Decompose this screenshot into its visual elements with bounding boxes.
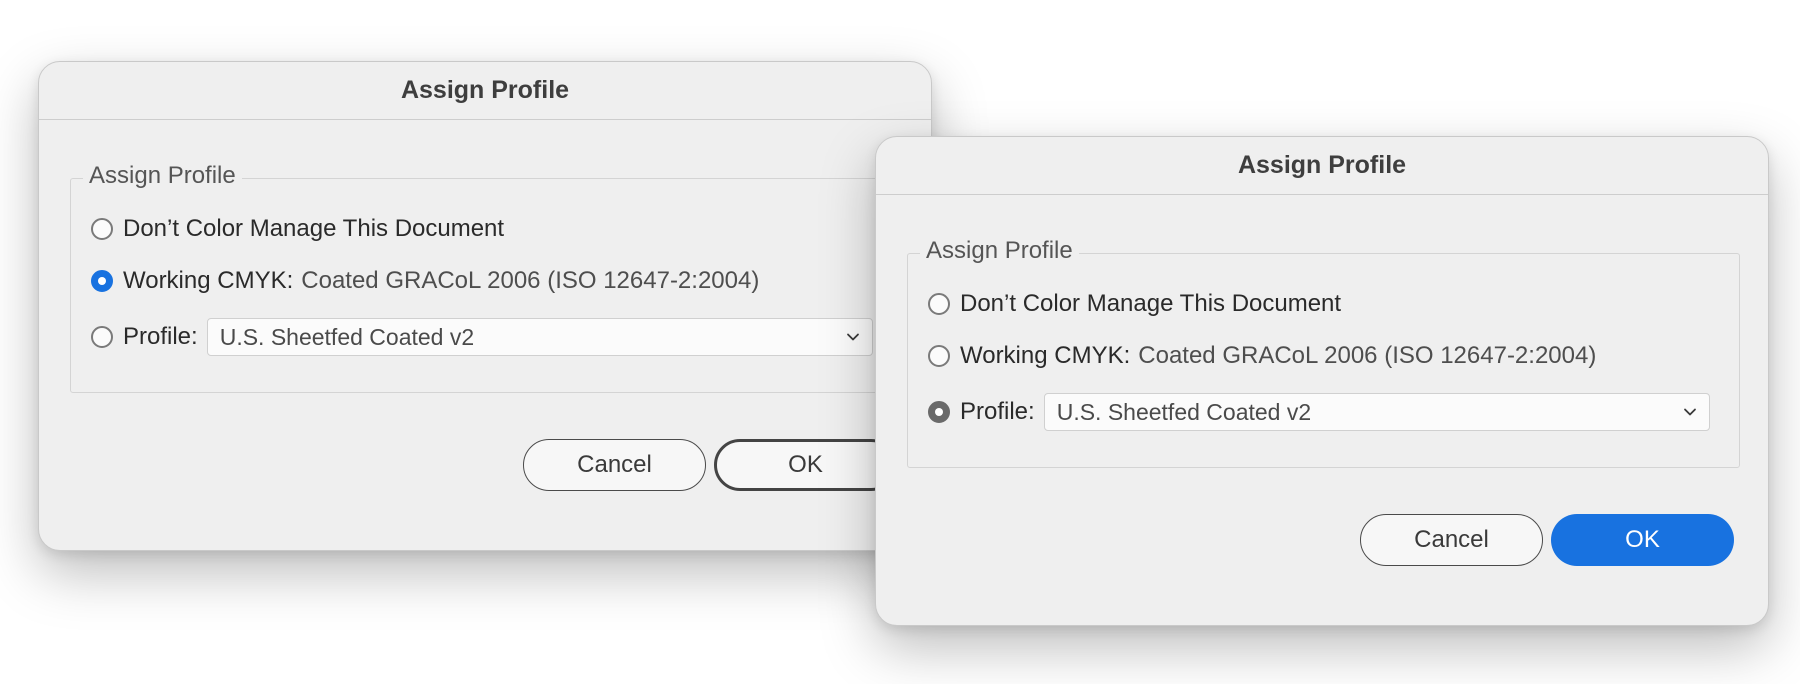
- option-profile-label: Profile:: [960, 398, 1035, 425]
- radio-dont-color-manage[interactable]: [91, 218, 113, 240]
- group-label: Assign Profile: [920, 237, 1079, 265]
- profile-select[interactable]: U.S. Sheetfed Coated v2: [1043, 393, 1710, 431]
- option-dont-color-manage-label: Don’t Color Manage This Document: [960, 290, 1342, 317]
- chevron-down-icon: [1683, 408, 1696, 416]
- ok-button[interactable]: OK: [1551, 514, 1734, 566]
- assign-profile-group: Assign Profile Don’t Color Manage This D…: [907, 237, 1740, 468]
- profile-select-value: U.S. Sheetfed Coated v2: [219, 323, 475, 350]
- profile-select[interactable]: U.S. Sheetfed Coated v2: [206, 318, 873, 356]
- radio-working-cmyk[interactable]: [928, 345, 950, 367]
- option-profile[interactable]: Profile: U.S. Sheetfed Coated v2: [928, 393, 1710, 431]
- ok-button[interactable]: OK: [714, 439, 897, 491]
- option-working-cmyk[interactable]: Working CMYK: Coated GRACoL 2006 (ISO 12…: [928, 342, 1596, 370]
- working-cmyk-value: Coated GRACoL 2006 (ISO 12647-2:2004): [301, 267, 760, 294]
- assign-profile-group: Assign Profile Don’t Color Manage This D…: [70, 162, 903, 393]
- option-working-cmyk-label: Working CMYK:: [123, 267, 294, 294]
- radio-profile[interactable]: [928, 401, 950, 423]
- chevron-down-icon: [846, 333, 859, 341]
- assign-profile-dialog-back: Assign Profile Assign Profile Don’t Colo…: [38, 61, 932, 551]
- assign-profile-dialog-front: Assign Profile Assign Profile Don’t Colo…: [875, 136, 1769, 626]
- option-dont-color-manage[interactable]: Don’t Color Manage This Document: [91, 215, 504, 243]
- option-dont-color-manage[interactable]: Don’t Color Manage This Document: [928, 290, 1341, 318]
- radio-profile[interactable]: [91, 326, 113, 348]
- dialog-title: Assign Profile: [39, 62, 931, 120]
- option-dont-color-manage-label: Don’t Color Manage This Document: [123, 215, 505, 242]
- cancel-button[interactable]: Cancel: [523, 439, 706, 491]
- dialog-title: Assign Profile: [876, 137, 1768, 195]
- radio-dont-color-manage[interactable]: [928, 293, 950, 315]
- working-cmyk-value: Coated GRACoL 2006 (ISO 12647-2:2004): [1138, 342, 1597, 369]
- profile-select-value: U.S. Sheetfed Coated v2: [1056, 398, 1312, 425]
- option-working-cmyk-label: Working CMYK:: [960, 342, 1131, 369]
- cancel-button[interactable]: Cancel: [1360, 514, 1543, 566]
- option-working-cmyk[interactable]: Working CMYK: Coated GRACoL 2006 (ISO 12…: [91, 267, 759, 295]
- option-profile[interactable]: Profile: U.S. Sheetfed Coated v2: [91, 318, 873, 356]
- radio-working-cmyk[interactable]: [91, 270, 113, 292]
- option-profile-label: Profile:: [123, 323, 198, 350]
- group-label: Assign Profile: [83, 162, 242, 190]
